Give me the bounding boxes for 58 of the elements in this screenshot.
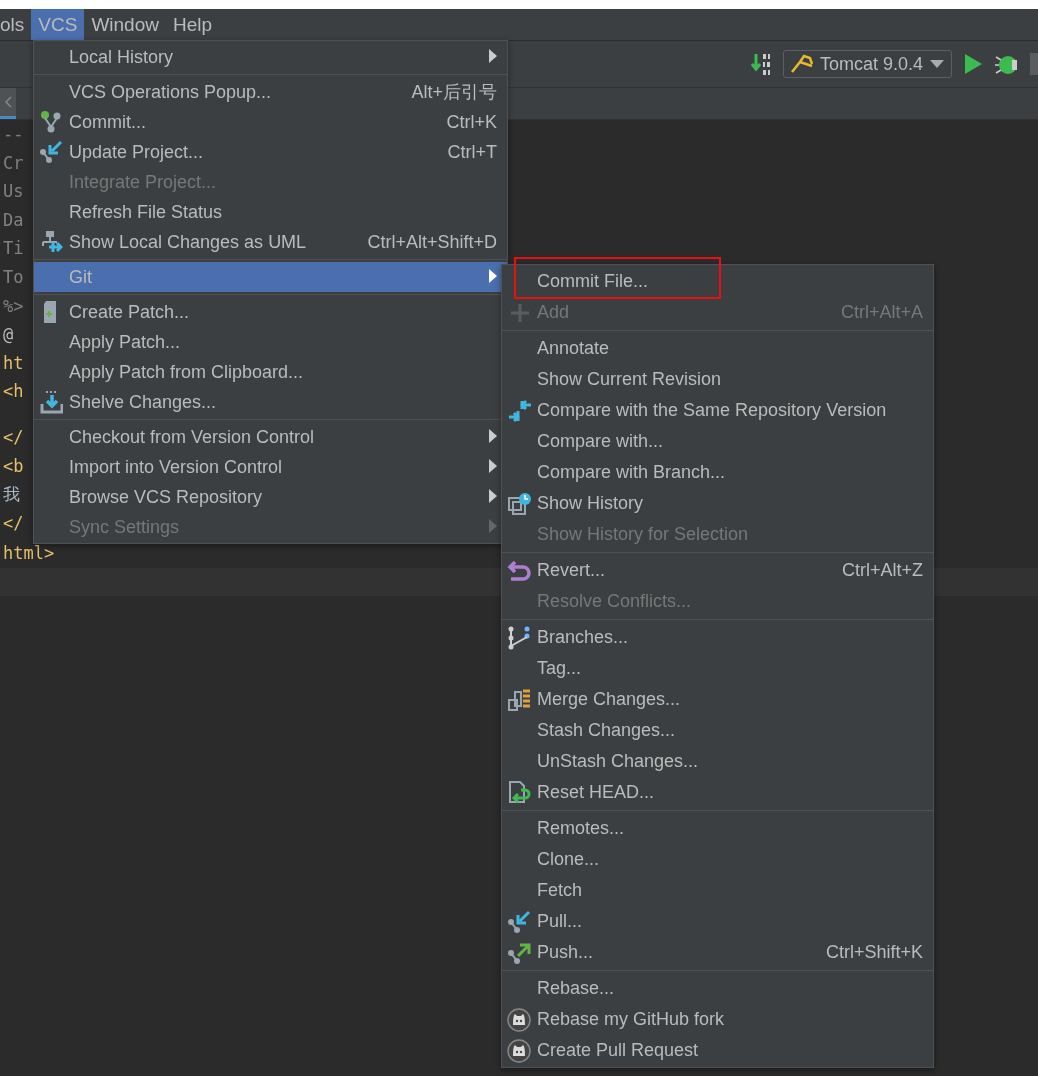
menu-item[interactable]: Reset HEAD... bbox=[502, 777, 933, 808]
code-line: </ bbox=[3, 426, 24, 450]
code-line: To bbox=[3, 265, 24, 289]
menu-item[interactable]: Local History bbox=[34, 42, 507, 72]
code-line: ht bbox=[3, 351, 24, 375]
menu-item[interactable]: Create Pull Request bbox=[502, 1035, 933, 1066]
menu-item[interactable]: Rebase my GitHub fork bbox=[502, 1004, 933, 1035]
menu-item[interactable]: Rebase... bbox=[502, 973, 933, 1004]
octocat-icon bbox=[507, 1007, 531, 1032]
menu-bar-item[interactable]: ols bbox=[0, 9, 32, 40]
code-line: %> bbox=[3, 294, 24, 318]
undo-arrow-icon bbox=[507, 558, 531, 583]
menu-item[interactable]: Tag... bbox=[502, 653, 933, 684]
menu-bar-item[interactable]: Window bbox=[84, 9, 166, 40]
menu-item[interactable]: Merge Changes... bbox=[502, 684, 933, 715]
diagram-icon bbox=[39, 230, 63, 254]
menu-item[interactable]: Clone... bbox=[502, 844, 933, 875]
code-line: -- bbox=[3, 123, 24, 146]
menu-item[interactable]: VCS Operations Popup... Alt+后引号 bbox=[34, 77, 507, 107]
menu-item[interactable]: Update Project... Ctrl+T bbox=[34, 137, 507, 167]
menu-item[interactable]: Stash Changes... bbox=[502, 715, 933, 746]
code-line: Us bbox=[3, 180, 24, 204]
run-icon[interactable] bbox=[962, 52, 984, 76]
menu-item[interactable]: Commit... Ctrl+K bbox=[34, 107, 507, 137]
menu-item[interactable]: Push... Ctrl+Shift+K bbox=[502, 937, 933, 968]
merge-icon bbox=[507, 687, 531, 712]
code-line: 我 bbox=[3, 483, 20, 507]
document-undo-icon bbox=[507, 780, 531, 805]
history-icon bbox=[507, 491, 531, 516]
code-line: Ti bbox=[3, 237, 24, 261]
code-line: html> bbox=[3, 542, 55, 566]
caret-icon bbox=[929, 59, 945, 69]
menu-item[interactable]: Show Local Changes as UML Ctrl+Alt+Shift+D bbox=[34, 227, 507, 257]
chevron-left-icon bbox=[4, 96, 12, 108]
menu-item[interactable]: Annotate bbox=[502, 333, 933, 364]
menu-item[interactable]: Revert... Ctrl+Alt+Z bbox=[502, 555, 933, 586]
branch-arrow-icon bbox=[39, 140, 63, 164]
code-line: Cr bbox=[3, 151, 24, 175]
branch-arrow-icon bbox=[507, 909, 531, 934]
octocat-icon bbox=[507, 1038, 531, 1063]
compare-arrows-icon bbox=[507, 398, 531, 423]
menu-item[interactable]: Branches... bbox=[502, 622, 933, 653]
menu-bar-item[interactable]: Help bbox=[165, 9, 220, 40]
menu-item[interactable]: Refresh File Status bbox=[34, 197, 507, 227]
code-line: <b bbox=[3, 454, 24, 478]
code-line: <h bbox=[3, 380, 24, 404]
menu-item[interactable]: UnStash Changes... bbox=[502, 746, 933, 777]
menu-item[interactable]: Fetch bbox=[502, 875, 933, 906]
code-line: </ bbox=[3, 511, 24, 535]
download-tray-icon bbox=[39, 390, 63, 414]
run-configuration-dropdown[interactable]: Tomcat 9.0.4 bbox=[782, 50, 952, 78]
commit-icon bbox=[39, 110, 63, 134]
menu-item[interactable]: Remotes... bbox=[502, 813, 933, 844]
menu-item[interactable]: Pull... bbox=[502, 906, 933, 937]
code-line: @ bbox=[3, 323, 14, 347]
code-line: Da bbox=[3, 208, 24, 232]
branches-icon bbox=[507, 625, 531, 650]
binary-download-icon[interactable] bbox=[750, 52, 773, 76]
